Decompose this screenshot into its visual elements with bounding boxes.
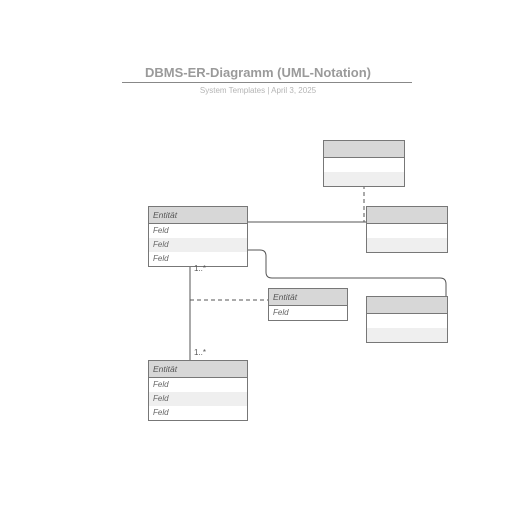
- entity-field: Feld: [149, 392, 247, 406]
- entity-header: [367, 297, 447, 314]
- entity-header: Entität: [149, 361, 247, 378]
- entity-box-6[interactable]: Entität Feld Feld Feld: [148, 360, 248, 421]
- entity-field: [324, 172, 404, 186]
- entity-field: [367, 328, 447, 342]
- entity-field: Feld: [149, 224, 247, 238]
- diagram-canvas: DBMS-ER-Diagramm (UML-Notation) System T…: [0, 0, 516, 516]
- multiplicity-label: 1..*: [194, 264, 206, 273]
- entity-field: [367, 238, 447, 252]
- entity-header: Entität: [269, 289, 347, 306]
- entity-box-4[interactable]: Entität Feld: [268, 288, 348, 321]
- entity-box-5[interactable]: [366, 296, 448, 343]
- entity-field: Feld: [269, 306, 347, 320]
- entity-field: [367, 314, 447, 328]
- multiplicity-label: 1..*: [194, 348, 206, 357]
- entity-field: Feld: [149, 406, 247, 420]
- entity-box-1[interactable]: Entität Feld Feld Feld: [148, 206, 248, 267]
- connectors: [0, 0, 516, 516]
- entity-field: Feld: [149, 378, 247, 392]
- entity-field: Feld: [149, 238, 247, 252]
- entity-box-2[interactable]: [323, 140, 405, 187]
- entity-field: [324, 158, 404, 172]
- entity-header: [367, 207, 447, 224]
- entity-box-3[interactable]: [366, 206, 448, 253]
- entity-header: Entität: [149, 207, 247, 224]
- entity-field: [367, 224, 447, 238]
- entity-header: [324, 141, 404, 158]
